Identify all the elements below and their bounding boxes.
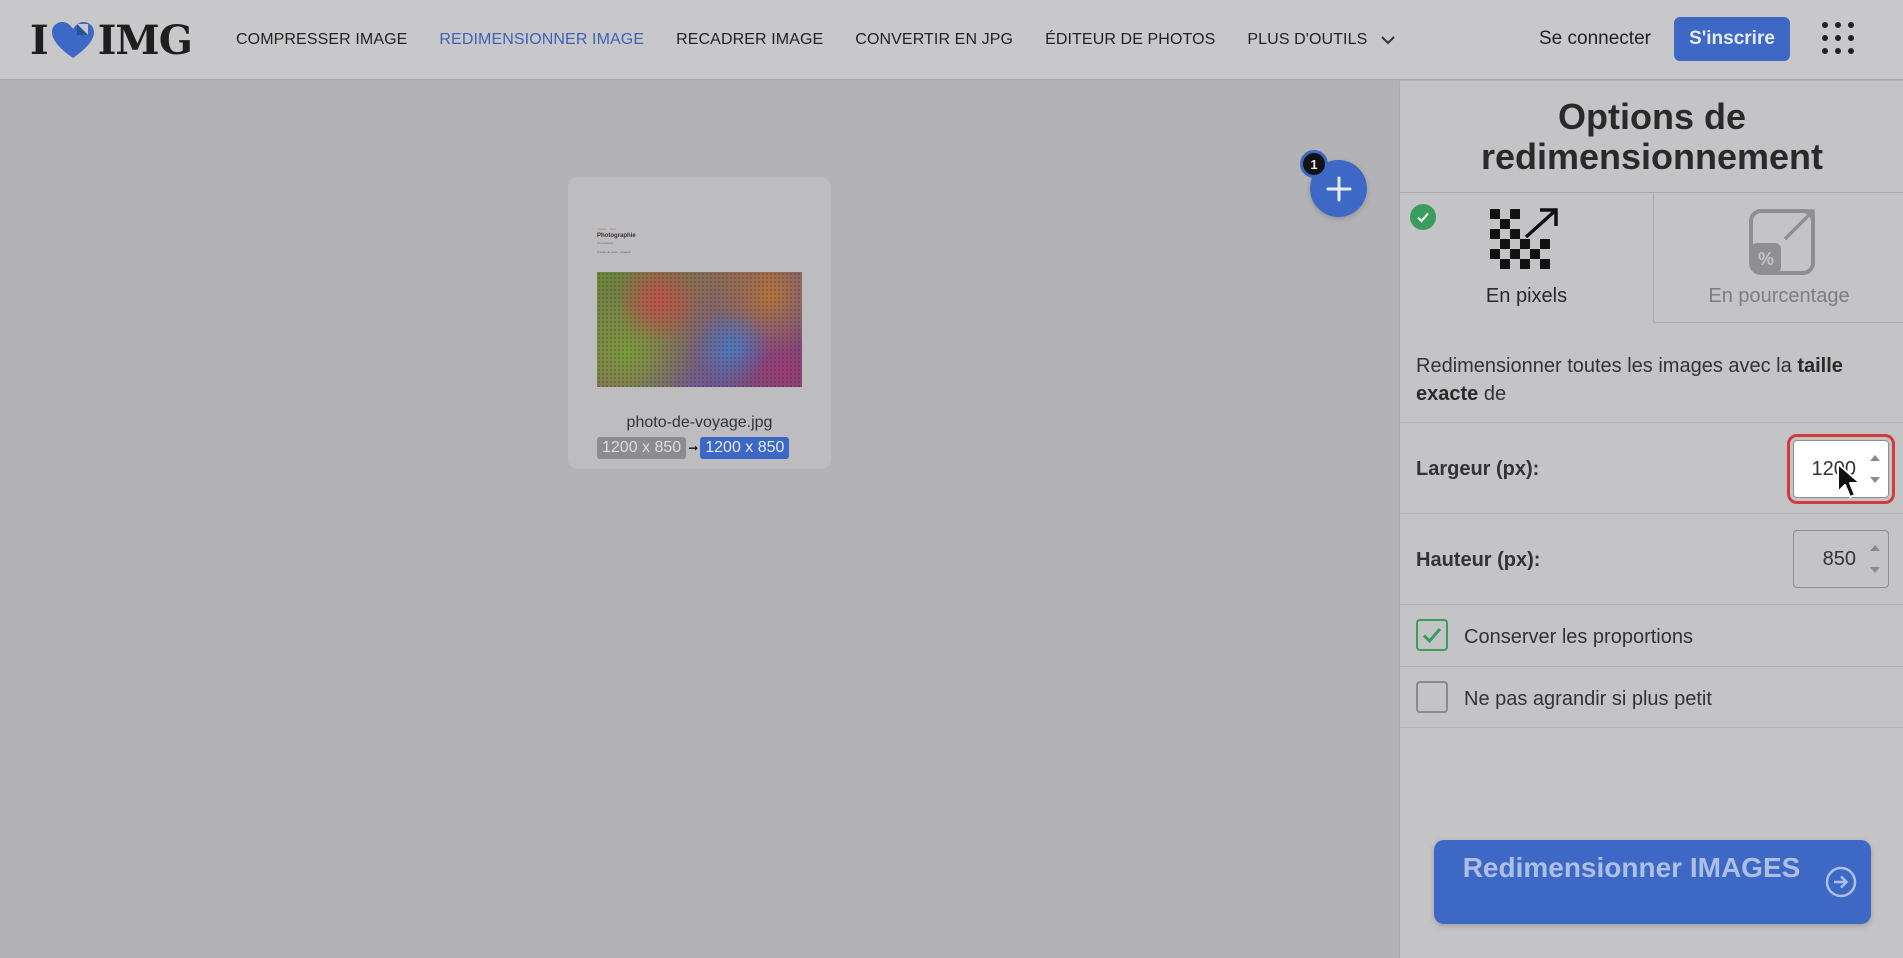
tab-percentage[interactable]: % En pourcentage xyxy=(1653,193,1903,323)
keep-ratio-label[interactable]: Conserver les proportions xyxy=(1464,626,1693,649)
nav-more-tools[interactable]: PLUS D'OUTILS xyxy=(1247,31,1396,49)
percentage-resize-icon: % xyxy=(1749,209,1815,275)
description-start: Redimensionner toutes les images avec la xyxy=(1416,355,1798,377)
height-row: Hauteur (px): 850 xyxy=(1400,513,1903,604)
nav-more-tools-label: PLUS D'OUTILS xyxy=(1247,31,1368,48)
description-end: de xyxy=(1478,383,1507,405)
file-dimensions: 1200 x 850 ➞ 1200 x 850 xyxy=(597,437,790,459)
file-count-badge: 1 xyxy=(1300,150,1328,178)
width-input[interactable]: 1200 xyxy=(1787,434,1895,504)
width-value: 1200 xyxy=(1811,458,1857,480)
arrow-right-icon: ➞ xyxy=(688,441,699,455)
apps-grid-icon[interactable] xyxy=(1822,22,1858,58)
resize-mode-tabs: En pixels % En pourcentage xyxy=(1400,192,1903,323)
nav-photo-editor[interactable]: ÉDITEUR DE PHOTOS xyxy=(1045,31,1215,49)
resize-images-label: Redimensionner IMAGES xyxy=(1462,852,1801,883)
ilovelimg-logo[interactable]: I IMG xyxy=(30,16,193,64)
thumb-subtitle: Un souvenir xyxy=(597,241,614,245)
nav-crop-image[interactable]: RECADRER IMAGE xyxy=(676,31,823,49)
resize-images-button[interactable]: Redimensionner IMAGES xyxy=(1434,840,1871,924)
file-name: photo-de-voyage.jpg xyxy=(626,414,773,431)
signup-button[interactable]: S'inscrire xyxy=(1674,17,1790,61)
nav-resize-image[interactable]: REDIMENSIONNER IMAGE xyxy=(439,31,644,49)
width-stepper[interactable] xyxy=(1870,455,1880,483)
height-input[interactable]: 850 xyxy=(1793,530,1889,588)
pixels-resize-icon xyxy=(1490,208,1558,269)
width-label: Largeur (px): xyxy=(1416,458,1540,480)
keep-ratio-checkbox[interactable] xyxy=(1416,619,1448,651)
file-card[interactable]: Voyage · 2024 Photographie Un souvenir C… xyxy=(568,177,831,469)
check-circle-icon xyxy=(1410,204,1436,230)
file-thumbnail: Voyage · 2024 Photographie Un souvenir C… xyxy=(597,227,802,387)
thumb-photo xyxy=(597,272,802,387)
workspace-area: Voyage · 2024 Photographie Un souvenir C… xyxy=(0,81,1399,958)
resize-description: Redimensionner toutes les images avec la… xyxy=(1416,352,1896,408)
no-enlarge-label[interactable]: Ne pas agrandir si plus petit xyxy=(1464,688,1712,711)
thumb-caption: Carnet de route · Images xyxy=(597,250,631,254)
width-row: Largeur (px): 1200 xyxy=(1400,422,1903,513)
login-link[interactable]: Se connecter xyxy=(1539,28,1651,50)
top-header: I IMG COMPRESSER IMAGE REDIMENSIONNER IM… xyxy=(0,0,1903,80)
original-size-badge: 1200 x 850 xyxy=(597,437,687,459)
tab-pixels[interactable]: En pixels xyxy=(1400,193,1653,323)
height-stepper[interactable] xyxy=(1870,545,1880,573)
panel-title: Options de redimensionnement xyxy=(1480,96,1824,177)
logo-text-i: I xyxy=(30,16,49,64)
checkmark-icon xyxy=(1422,628,1442,644)
thumb-eyebrow: Voyage · 2024 xyxy=(597,227,617,231)
no-enlarge-row: Ne pas agrandir si plus petit xyxy=(1400,666,1903,728)
heart-logo-icon xyxy=(51,22,94,58)
tab-pixels-label: En pixels xyxy=(1485,285,1568,307)
svg-text:%: % xyxy=(1758,249,1774,269)
thumb-title: Photographie xyxy=(597,233,636,239)
arrow-circle-right-icon xyxy=(1825,866,1857,898)
height-value: 850 xyxy=(1822,548,1856,570)
chevron-down-icon xyxy=(1381,35,1396,44)
main-nav: COMPRESSER IMAGE REDIMENSIONNER IMAGE RE… xyxy=(236,0,1427,80)
new-size-badge: 1200 x 850 xyxy=(700,437,790,459)
nav-compress-image[interactable]: COMPRESSER IMAGE xyxy=(236,31,407,49)
tab-percentage-label: En pourcentage xyxy=(1708,285,1850,307)
no-enlarge-checkbox[interactable] xyxy=(1416,681,1448,713)
options-panel: Options de redimensionnement En pixels %… xyxy=(1399,81,1903,958)
nav-convert-to-jpg[interactable]: CONVERTIR EN JPG xyxy=(855,31,1013,49)
plus-icon xyxy=(1326,176,1351,201)
height-label: Hauteur (px): xyxy=(1416,549,1541,571)
keep-ratio-row: Conserver les proportions xyxy=(1400,604,1903,666)
logo-text-img: IMG xyxy=(97,16,193,64)
